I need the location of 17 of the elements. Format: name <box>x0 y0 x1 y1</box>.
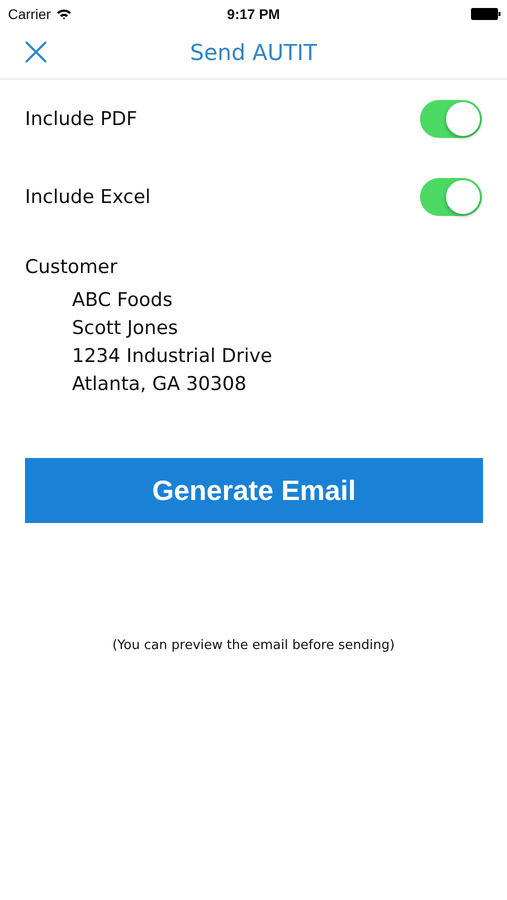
battery-icon <box>471 8 501 20</box>
address-line: 1234 Industrial Drive <box>72 344 274 369</box>
carrier-label: Carrier <box>8 6 51 22</box>
close-icon[interactable] <box>25 41 47 63</box>
customer-heading: Customer <box>25 256 118 278</box>
toggle-switch[interactable] <box>420 178 482 216</box>
screen-title: Send AUTIT <box>190 40 317 66</box>
toggle-label: Include Excel <box>25 186 151 208</box>
address-line: Atlanta, GA 30308 <box>72 372 248 397</box>
address-line: ABC Foods <box>72 288 174 313</box>
address-line: Scott Jones <box>72 316 179 341</box>
generate-email-button[interactable]: Generate Email <box>25 458 483 523</box>
toggle-label: Include PDF <box>25 108 138 130</box>
status-time: 9:17 PM <box>227 6 280 22</box>
wifi-icon <box>56 8 72 20</box>
toggle-switch[interactable] <box>420 100 482 138</box>
preview-note: (You can preview the email before sending) <box>111 638 396 653</box>
